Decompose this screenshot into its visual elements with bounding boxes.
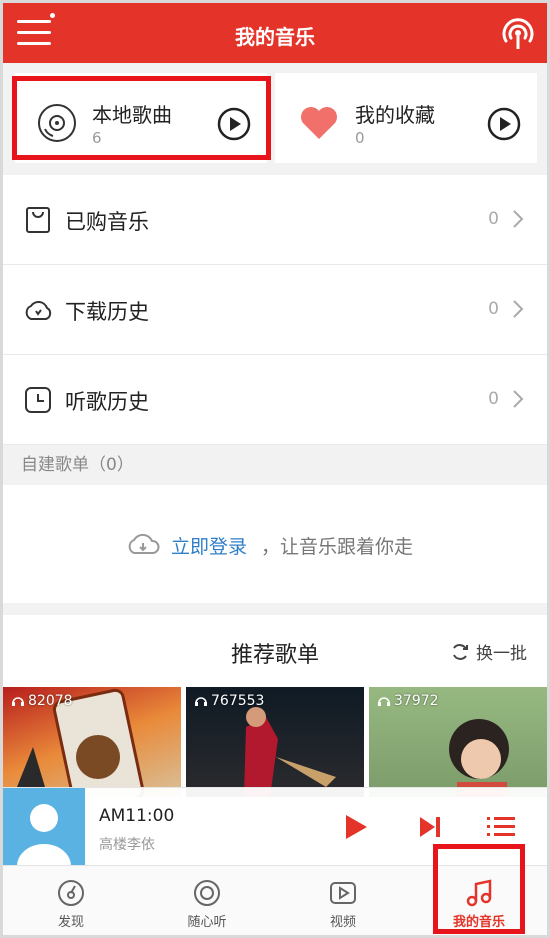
- list-item-count: 0: [488, 389, 499, 409]
- login-link[interactable]: 立即登录: [171, 532, 247, 559]
- tab-radio[interactable]: 随心听: [139, 866, 275, 936]
- my-music-tab-highlight-box: [433, 844, 525, 934]
- purchase-bag-icon: [26, 207, 50, 233]
- refresh-button[interactable]: 换一批: [450, 639, 527, 664]
- headphones-icon: [12, 697, 24, 706]
- playlist-thumb[interactable]: 82078: [3, 687, 181, 797]
- app-header: 我的音乐: [3, 3, 547, 63]
- list-item-count: 0: [488, 209, 499, 229]
- cloud-download-icon: [25, 301, 52, 320]
- list-item-count: 0: [488, 299, 499, 319]
- refresh-icon: [453, 644, 468, 660]
- tab-label: 随心听: [187, 915, 227, 930]
- play-circle-icon[interactable]: [487, 107, 521, 141]
- now-playing-artist: 高楼李依: [99, 837, 155, 853]
- play-count: 767553: [194, 693, 264, 709]
- play-count-value: 82078: [28, 693, 73, 709]
- now-playing-title: AM11:00: [99, 806, 175, 826]
- playlists-section-header: 自建歌单（0）: [3, 445, 547, 485]
- next-track-icon[interactable]: [418, 815, 442, 839]
- play-count: 82078: [11, 693, 73, 709]
- list-item-label: 已购音乐: [65, 210, 149, 234]
- headphones-icon: [378, 697, 390, 706]
- play-count: 37972: [377, 693, 439, 709]
- tab-label: 视频: [329, 915, 356, 930]
- music-list: 已购音乐 0 下载历史 0 听歌历史 0: [3, 175, 547, 445]
- refresh-label: 换一批: [476, 644, 527, 664]
- heart-icon: [301, 107, 337, 139]
- list-item-downloads[interactable]: 下载历史 0: [3, 265, 547, 355]
- favorites-card[interactable]: 我的收藏 0: [275, 73, 537, 163]
- chevron-right-icon: [513, 210, 524, 228]
- playlist-thumb[interactable]: 37972: [369, 687, 547, 797]
- login-hint-text: ，让音乐跟着你走: [261, 536, 414, 558]
- tab-discover[interactable]: 发现: [3, 866, 139, 936]
- avatar: [3, 788, 85, 866]
- video-play-icon: [330, 882, 356, 904]
- discover-icon: [58, 880, 84, 906]
- cloud-icon: [128, 533, 160, 554]
- divider: [3, 603, 547, 615]
- tab-video[interactable]: 视频: [275, 866, 411, 936]
- recommended-playlists: 推荐歌单 换一批 82078 767553 37972: [3, 615, 547, 815]
- play-icon[interactable]: [343, 813, 369, 841]
- favorites-title: 我的收藏: [355, 103, 435, 127]
- local-songs-highlight-box: [12, 76, 271, 160]
- radio-broadcast-icon[interactable]: [499, 15, 537, 53]
- chevron-right-icon: [513, 390, 524, 408]
- list-item-purchased[interactable]: 已购音乐 0: [3, 175, 547, 265]
- login-prompt: 立即登录 ，让音乐跟着你走: [3, 485, 547, 603]
- play-count-value: 767553: [211, 693, 265, 709]
- clock-icon: [25, 387, 51, 413]
- tab-label: 发现: [57, 915, 84, 930]
- favorites-count: 0: [355, 129, 365, 147]
- list-item-label: 下载历史: [65, 300, 149, 324]
- headphones-icon: [195, 697, 207, 706]
- chevron-right-icon: [513, 300, 524, 318]
- play-count-value: 37972: [394, 693, 439, 709]
- page-title: 我的音乐: [235, 25, 315, 49]
- radio-listen-icon: [194, 880, 220, 906]
- list-item-history[interactable]: 听歌历史 0: [3, 355, 547, 445]
- list-item-label: 听歌历史: [65, 390, 149, 414]
- playlist-queue-icon[interactable]: [487, 815, 515, 839]
- playlist-thumb[interactable]: 767553: [186, 687, 364, 797]
- user-silhouette-icon: [17, 804, 71, 866]
